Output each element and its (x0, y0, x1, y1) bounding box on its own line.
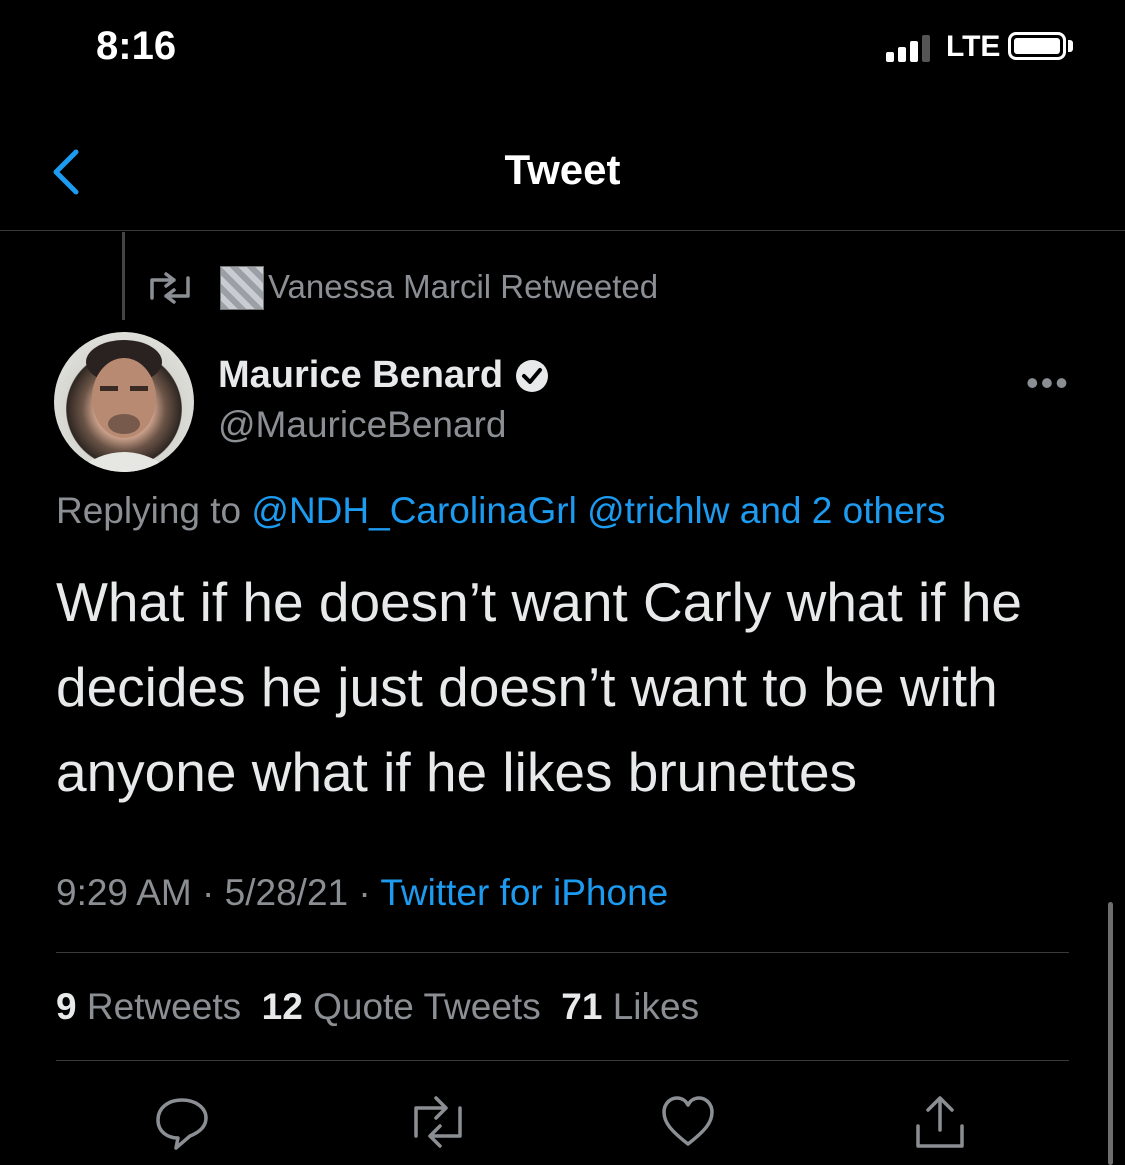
header-divider (0, 230, 1125, 231)
author-avatar[interactable] (54, 332, 194, 472)
retweet-icon (414, 1096, 462, 1148)
tweet-text: What if he doesn’t want Carly what if he… (56, 571, 1023, 803)
retweets-stat[interactable]: 9 Retweets (56, 986, 241, 1027)
reply-icon (156, 1098, 208, 1150)
replying-prefix: Replying to (56, 490, 252, 531)
likes-label: Likes (612, 986, 700, 1027)
retweets-label: Retweets (86, 986, 242, 1027)
reply-button[interactable] (152, 1092, 212, 1152)
author-name[interactable]: Maurice Benard (218, 354, 503, 397)
retweeter-avatar[interactable] (220, 266, 264, 310)
network-label: LTE (946, 30, 1001, 63)
tweet-meta: 9:29 AM · 5/28/21 · Twitter for iPhone (56, 872, 669, 913)
tweet-source-link[interactable]: Twitter for iPhone (380, 872, 668, 913)
battery-tip (1068, 40, 1073, 52)
avatar-portrait (74, 340, 174, 472)
heart-icon (662, 1096, 714, 1146)
share-button[interactable] (910, 1092, 970, 1152)
status-time: 8:16 (96, 24, 177, 68)
share-icon (916, 1096, 964, 1148)
quote-tweets-stat[interactable]: 12 Quote Tweets (262, 986, 541, 1027)
mention-link[interactable]: @NDH_CarolinaGrl (251, 490, 576, 531)
mention-link[interactable]: @trichlw (587, 490, 729, 531)
tweet-stats: 9 Retweets 12 Quote Tweets 71 Likes (56, 986, 699, 1028)
tweet-time: 9:29 AM (56, 872, 192, 913)
meta-divider (56, 952, 1069, 953)
thread-line (122, 232, 125, 320)
author-handle[interactable]: @MauriceBenard (218, 404, 506, 446)
verified-badge-icon (516, 359, 549, 392)
tweet-date: 5/28/21 (224, 872, 349, 913)
retweet-banner-text[interactable]: Vanessa Marcil Retweeted (268, 268, 658, 306)
likes-count: 71 (561, 986, 603, 1027)
author-name-row[interactable]: Maurice Benard (218, 354, 549, 397)
more-options-icon[interactable]: ••• (1026, 362, 1070, 404)
scrollbar[interactable] (1108, 902, 1113, 1165)
page-title: Tweet (504, 146, 621, 193)
retweet-button[interactable] (406, 1092, 466, 1152)
like-button[interactable] (658, 1092, 718, 1152)
signal-strength-icon (886, 34, 930, 62)
others-link[interactable]: and 2 others (740, 490, 946, 531)
battery-icon (1008, 32, 1066, 60)
retweets-count: 9 (56, 986, 77, 1027)
likes-stat[interactable]: 71 Likes (561, 986, 699, 1027)
replying-to-line: Replying to @NDH_CarolinaGrl @trichlw an… (56, 490, 946, 532)
quotes-count: 12 (261, 986, 303, 1027)
retweet-icon (150, 272, 190, 304)
stats-divider (56, 1060, 1069, 1061)
quotes-label: Quote Tweets (313, 986, 541, 1027)
